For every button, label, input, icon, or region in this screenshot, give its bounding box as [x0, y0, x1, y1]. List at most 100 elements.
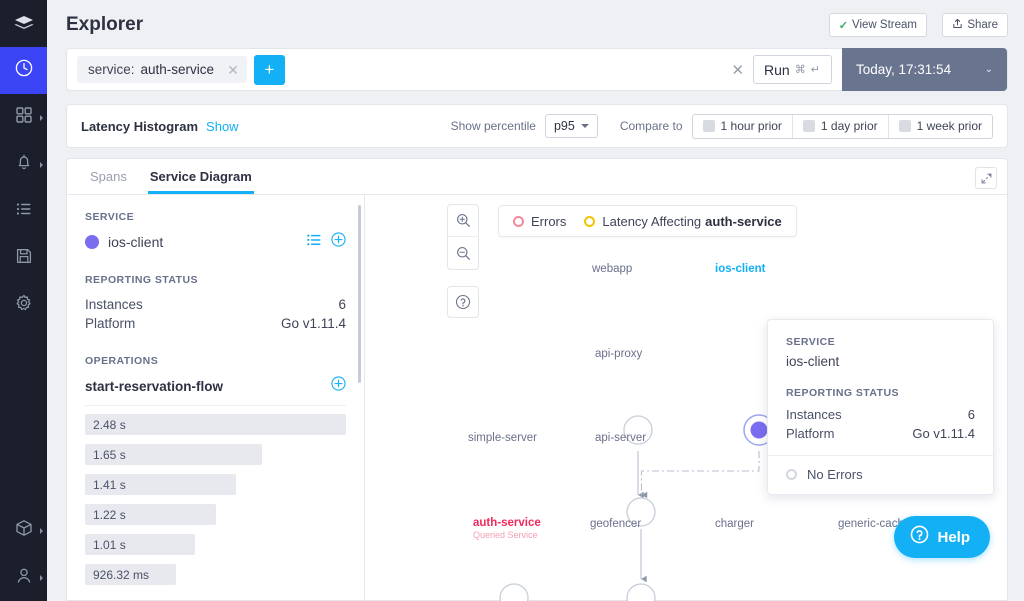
help-button[interactable]: Help	[894, 516, 990, 558]
compare-option-0[interactable]: 1 hour prior	[693, 115, 793, 138]
nav-item-streams[interactable]	[0, 188, 47, 235]
list-icon	[14, 199, 34, 224]
tooltip-status-rows: Instances 6 Platform Go v1.11.4	[786, 405, 975, 443]
chevron-down-icon	[581, 124, 589, 128]
service-color-dot	[85, 235, 99, 249]
percentile-label: Show percentile	[451, 119, 536, 133]
question-circle-icon[interactable]	[447, 286, 479, 318]
list-icon[interactable]	[307, 233, 321, 251]
status-key: Platform	[85, 316, 135, 331]
time-range-selector[interactable]: Today, 17:31:54 ⌄	[842, 48, 1007, 91]
nav-item-saved[interactable]	[0, 235, 47, 282]
time-range-value: Today, 17:31:54	[856, 62, 951, 77]
close-icon[interactable]: ✕	[227, 63, 239, 77]
latency-bar[interactable]: 1.41 s	[85, 474, 236, 495]
chevron-right-icon	[40, 115, 43, 121]
reporting-status-heading: REPORTING STATUS	[85, 274, 346, 286]
zoom-in-icon[interactable]	[448, 205, 478, 237]
color-swatch	[803, 120, 815, 132]
compare-label: Compare to	[620, 119, 683, 133]
tooltip-no-errors: No Errors	[768, 455, 993, 494]
plus-circle-icon[interactable]	[331, 232, 346, 252]
page-title: Explorer	[66, 14, 143, 36]
detail-scrollbar[interactable]	[358, 205, 361, 383]
operation-row[interactable]: start-reservation-flow	[85, 376, 346, 406]
filter-value: auth-service	[141, 62, 215, 77]
status-value: 6	[338, 297, 346, 312]
nav-item-project[interactable]	[0, 507, 47, 554]
node-tooltip: SERVICE ios-client REPORTING STATUS Inst…	[767, 319, 994, 495]
compare-option-label: 1 day prior	[821, 119, 878, 133]
legend-errors-label: Errors	[531, 214, 566, 229]
operation-name: start-reservation-flow	[85, 379, 223, 394]
tab-spans[interactable]: Spans	[88, 169, 129, 194]
expand-icon[interactable]	[975, 167, 997, 189]
view-stream-button[interactable]: ✓ View Stream	[829, 13, 927, 37]
histogram-title: Latency Histogram	[81, 119, 198, 134]
zoom-out-icon[interactable]	[448, 237, 478, 269]
service-name: ios-client	[108, 234, 163, 250]
filter-pill[interactable]: service: auth-service ✕	[77, 56, 247, 83]
grid-icon	[14, 105, 34, 130]
latency-bar[interactable]: 1.01 s	[85, 534, 195, 555]
nav-bottom-list	[0, 507, 47, 601]
nav-item-settings[interactable]	[0, 282, 47, 329]
errors-ring-icon	[513, 216, 524, 227]
color-swatch	[703, 120, 715, 132]
latency-bar-label: 2.48 s	[93, 418, 126, 432]
service-section-heading: SERVICE	[85, 211, 346, 223]
latency-bar[interactable]: 1.22 s	[85, 504, 216, 525]
clear-search-icon[interactable]: ✕	[731, 61, 753, 79]
latency-bar-label: 926.32 ms	[93, 568, 149, 582]
gear-icon	[14, 293, 34, 318]
status-row: Instances6	[85, 295, 346, 314]
share-icon	[952, 18, 963, 32]
service-detail-column: SERVICE ios-client	[67, 195, 364, 601]
nav-item-traces[interactable]	[0, 47, 47, 94]
compare-option-2[interactable]: 1 week prior	[889, 115, 992, 138]
histogram-show-link[interactable]: Show	[206, 119, 239, 134]
compare-option-1[interactable]: 1 day prior	[793, 115, 889, 138]
percentile-select[interactable]: p95	[545, 114, 598, 138]
service-diagram[interactable]: webappios-clientapi-proxysimple-serverap…	[365, 195, 1008, 601]
tooltip-status-row: Platform Go v1.11.4	[786, 424, 975, 443]
latency-bar[interactable]: 926.32 ms	[85, 564, 176, 585]
latency-bar[interactable]: 2.48 s	[85, 414, 346, 435]
latency-bar-label: 1.41 s	[93, 478, 126, 492]
save-icon	[14, 246, 34, 271]
run-button[interactable]: Run ⌘ ↵	[753, 55, 832, 84]
add-filter-button[interactable]: +	[254, 55, 285, 85]
chevron-right-icon	[40, 528, 43, 534]
view-stream-label: View Stream	[852, 19, 917, 31]
latency-bar-list: 2.48 s 1.65 s 1.41 s 1.22 s 1.01 s 926.32 ms	[85, 414, 346, 585]
no-errors-label: No Errors	[807, 467, 863, 482]
latency-histogram-bar: Latency Histogram Show Show percentile p…	[66, 104, 1008, 148]
nav-item-list	[0, 47, 47, 329]
plus-circle-icon[interactable]	[331, 376, 346, 396]
nav-item-alerts[interactable]	[0, 141, 47, 188]
latency-bar-label: 1.22 s	[93, 508, 126, 522]
run-shortcut: ⌘ ↵	[795, 63, 821, 76]
tooltip-service-heading: SERVICE	[786, 336, 975, 348]
latency-ring-icon	[584, 216, 595, 227]
check-icon: ✓	[839, 19, 848, 32]
person-icon	[14, 565, 34, 590]
tooltip-status-key: Instances	[786, 407, 842, 422]
percentile-value: p95	[554, 119, 575, 133]
tab-service-diagram[interactable]: Service Diagram	[148, 169, 254, 194]
latency-bar[interactable]: 1.65 s	[85, 444, 262, 465]
share-button[interactable]: Share	[942, 13, 1008, 37]
diagram-legend: Errors Latency Affecting auth-service	[498, 205, 797, 237]
tooltip-status-value: Go v1.11.4	[912, 426, 975, 441]
tooltip-service-name: ios-client	[786, 354, 975, 369]
tooltip-status-value: 6	[968, 407, 975, 422]
legend-latency-target: auth-service	[705, 214, 782, 229]
tooltip-status-row: Instances 6	[786, 405, 975, 424]
layers-logo-icon[interactable]	[0, 0, 47, 47]
tooltip-status-key: Platform	[786, 426, 834, 441]
nav-item-account[interactable]	[0, 554, 47, 601]
service-row[interactable]: ios-client	[85, 232, 346, 252]
box-icon	[14, 518, 34, 543]
nav-item-dashboards[interactable]	[0, 94, 47, 141]
run-label: Run	[764, 62, 790, 78]
